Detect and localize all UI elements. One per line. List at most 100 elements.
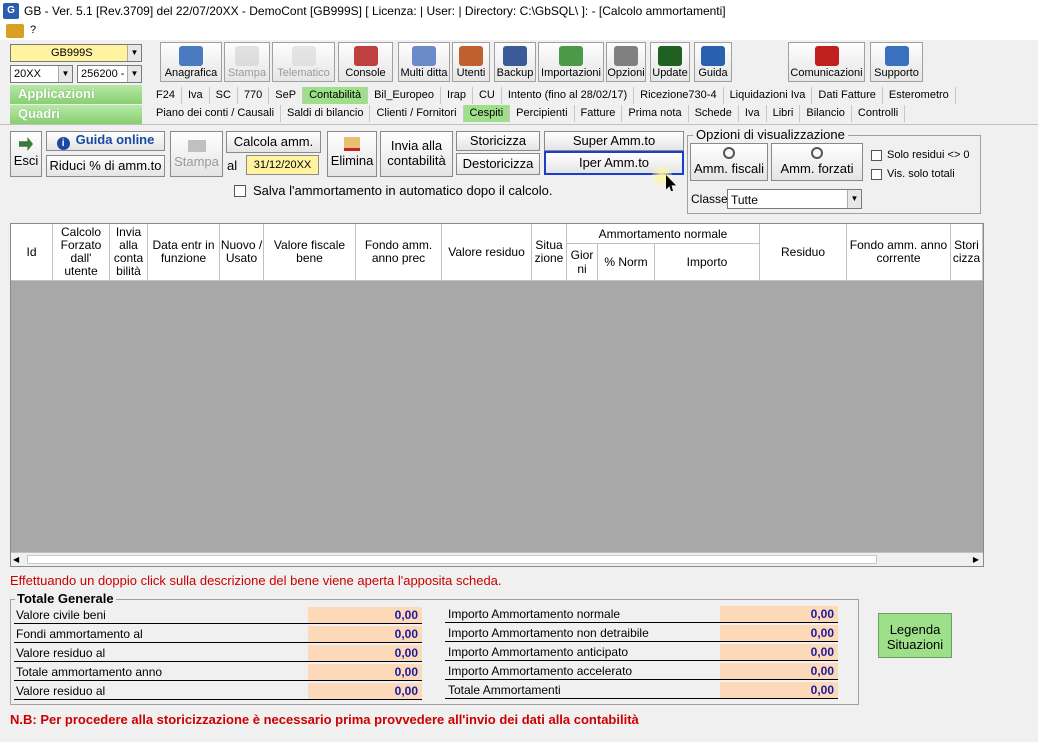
toolbar-supporto-button[interactable]: Supporto: [870, 42, 923, 82]
storicizza-button[interactable]: Storicizza: [456, 131, 540, 151]
scroll-left-icon[interactable]: ◀: [13, 555, 19, 564]
tab-saldi-di-bilancio[interactable]: Saldi di bilancio: [281, 105, 371, 122]
tab-schede[interactable]: Schede: [689, 105, 739, 122]
users-icon: [459, 46, 483, 66]
super-amm-button[interactable]: Super Amm.to: [544, 131, 684, 151]
legenda-button[interactable]: Legenda Situazioni: [878, 613, 952, 658]
total-right-label: Importo Ammortamento normale: [448, 607, 621, 621]
column-header-situazione[interactable]: Situa zione: [532, 224, 567, 281]
applicazioni-select[interactable]: Applicazioni: [10, 85, 142, 104]
tab-bilancio[interactable]: Bilancio: [800, 105, 852, 122]
code-select[interactable]: 256200 - ▼: [77, 65, 142, 83]
toolbar-stampa-button[interactable]: Stampa: [224, 42, 270, 82]
cursor-pointer-icon: [652, 166, 676, 191]
eraser-icon: [344, 137, 360, 151]
tab-fatture[interactable]: Fatture: [575, 105, 623, 122]
total-right-value: 0,00: [720, 663, 838, 679]
scroll-thumb[interactable]: [27, 555, 877, 564]
vis-totali-checkbox[interactable]: [871, 169, 882, 180]
horizontal-scrollbar[interactable]: ◀ ▶: [11, 552, 983, 566]
tab-sc[interactable]: SC: [210, 87, 238, 104]
title-bar: G GB - Ver. 5.1 [Rev.3709] del 22/07/20X…: [0, 0, 1038, 22]
destoricizza-button[interactable]: Destoricizza: [456, 153, 540, 175]
solo-residui-checkbox[interactable]: [871, 150, 882, 161]
total-left-value: 0,00: [308, 626, 422, 642]
multi-company-icon: [412, 46, 436, 66]
column-header-importo[interactable]: Importo: [655, 244, 760, 281]
divider: [445, 698, 838, 699]
year-select[interactable]: 20XX ▼: [10, 65, 73, 83]
amm-fiscali-button[interactable]: Amm. fiscali: [690, 143, 768, 181]
tab-esterometro[interactable]: Esterometro: [883, 87, 956, 104]
tab-piano-dei-conti-causali[interactable]: Piano dei conti / Causali: [150, 105, 282, 122]
delete-button[interactable]: Elimina: [327, 131, 377, 177]
help-menu[interactable]: ?: [30, 24, 36, 36]
column-header-storicizza[interactable]: Stori cizza: [951, 224, 983, 281]
guida-online-button[interactable]: i Guida online: [46, 131, 165, 151]
toolbar-comunicazioni-button[interactable]: Comunicazioni: [788, 42, 865, 82]
tab-libri[interactable]: Libri: [767, 105, 801, 122]
tab-irap[interactable]: Irap: [441, 87, 473, 104]
invia-contabilita-button[interactable]: Invia alla contabilità: [380, 131, 453, 177]
toolbar-opzioni-button[interactable]: Opzioni: [606, 42, 646, 82]
tab-intento-fino-al-28-02-17-[interactable]: Intento (fino al 28/02/17): [502, 87, 635, 104]
classe-select[interactable]: Tutte ▼: [727, 189, 862, 209]
riduci-button[interactable]: Riduci % di amm.to: [46, 155, 165, 177]
tab-controlli[interactable]: Controlli: [852, 105, 906, 122]
column-header-valore_residuo[interactable]: Valore residuo: [442, 224, 532, 281]
column-header-data[interactable]: Data entr in funzione: [148, 224, 220, 281]
tab-cespiti[interactable]: Cespiti: [463, 105, 511, 122]
tab-percipienti[interactable]: Percipienti: [510, 105, 575, 122]
tab-contabilit-[interactable]: Contabilità: [303, 87, 369, 104]
tab-prima-nota[interactable]: Prima nota: [622, 105, 689, 122]
tab-bil-europeo[interactable]: Bil_Europeo: [368, 87, 442, 104]
tab-liquidazioni-iva[interactable]: Liquidazioni Iva: [724, 87, 813, 104]
classe-label: Classe: [691, 192, 728, 206]
address-book-icon: [179, 46, 203, 66]
quadri-select[interactable]: Quadri: [10, 105, 142, 124]
column-header-norm[interactable]: % Norm: [598, 244, 655, 281]
tab-ricezione730-4[interactable]: Ricezione730-4: [634, 87, 724, 104]
column-header-id[interactable]: Id: [11, 224, 53, 281]
column-header-fondo_corrente[interactable]: Fondo amm. anno corrente: [847, 224, 951, 281]
toolbar-multi-ditta-button[interactable]: Multi ditta: [398, 42, 450, 82]
exit-button[interactable]: Esci: [10, 131, 42, 177]
column-header-residuo[interactable]: Residuo: [760, 224, 847, 281]
print-button[interactable]: Stampa: [170, 131, 223, 177]
date-input[interactable]: 31/12/20XX: [246, 155, 319, 175]
calcola-button[interactable]: Calcola amm.: [226, 131, 321, 153]
toolbar-backup-button[interactable]: Backup: [494, 42, 536, 82]
toolbar-guida-button[interactable]: Guida: [694, 42, 732, 82]
cespiti-grid[interactable]: Id Calcolo Forzato dall' utente Invia alla…: [10, 223, 984, 567]
column-header-fondo_prec[interactable]: Fondo amm. anno prec: [356, 224, 442, 281]
salva-auto-checkbox[interactable]: [234, 185, 246, 197]
total-left-label: Totale ammortamento anno: [16, 665, 163, 679]
total-left-label: Valore residuo al: [16, 646, 106, 660]
divider: [445, 679, 838, 680]
tab-f24[interactable]: F24: [150, 87, 182, 104]
scroll-right-icon[interactable]: ▶: [973, 555, 979, 564]
app-menu-icon[interactable]: [6, 24, 24, 38]
toolbar-console-button[interactable]: Console: [338, 42, 393, 82]
tab-sep[interactable]: SeP: [269, 87, 304, 104]
tab-iva[interactable]: Iva: [739, 105, 767, 122]
tab-dati-fatture[interactable]: Dati Fatture: [812, 87, 883, 104]
toolbar-telematico-button[interactable]: Telematico: [272, 42, 335, 82]
column-header-valore_fiscale[interactable]: Valore fiscale bene: [264, 224, 356, 281]
column-group-ammortamento: Ammortamento normale: [567, 224, 760, 244]
toolbar-update-button[interactable]: Update: [650, 42, 690, 82]
tab-770[interactable]: 770: [238, 87, 270, 104]
tab-clienti-fornitori[interactable]: Clienti / Fornitori: [370, 105, 464, 122]
total-right-value: 0,00: [720, 606, 838, 622]
column-header-giorni[interactable]: Gior ni: [567, 244, 598, 281]
amm-forzati-button[interactable]: Amm. forzati: [771, 143, 863, 181]
toolbar-utenti-button[interactable]: Utenti: [452, 42, 490, 82]
tab-cu[interactable]: CU: [473, 87, 502, 104]
tab-iva[interactable]: Iva: [182, 87, 210, 104]
toolbar-anagrafica-button[interactable]: Anagrafica: [160, 42, 222, 82]
company-select[interactable]: GB999S ▼: [10, 44, 142, 62]
column-header-calcolo[interactable]: Calcolo Forzato dall' utente: [53, 224, 110, 281]
column-header-nuovo[interactable]: Nuovo / Usato: [220, 224, 264, 281]
toolbar-importazioni-button[interactable]: Importazioni: [538, 42, 604, 82]
column-header-invia[interactable]: Invia alla conta bilità: [110, 224, 148, 281]
